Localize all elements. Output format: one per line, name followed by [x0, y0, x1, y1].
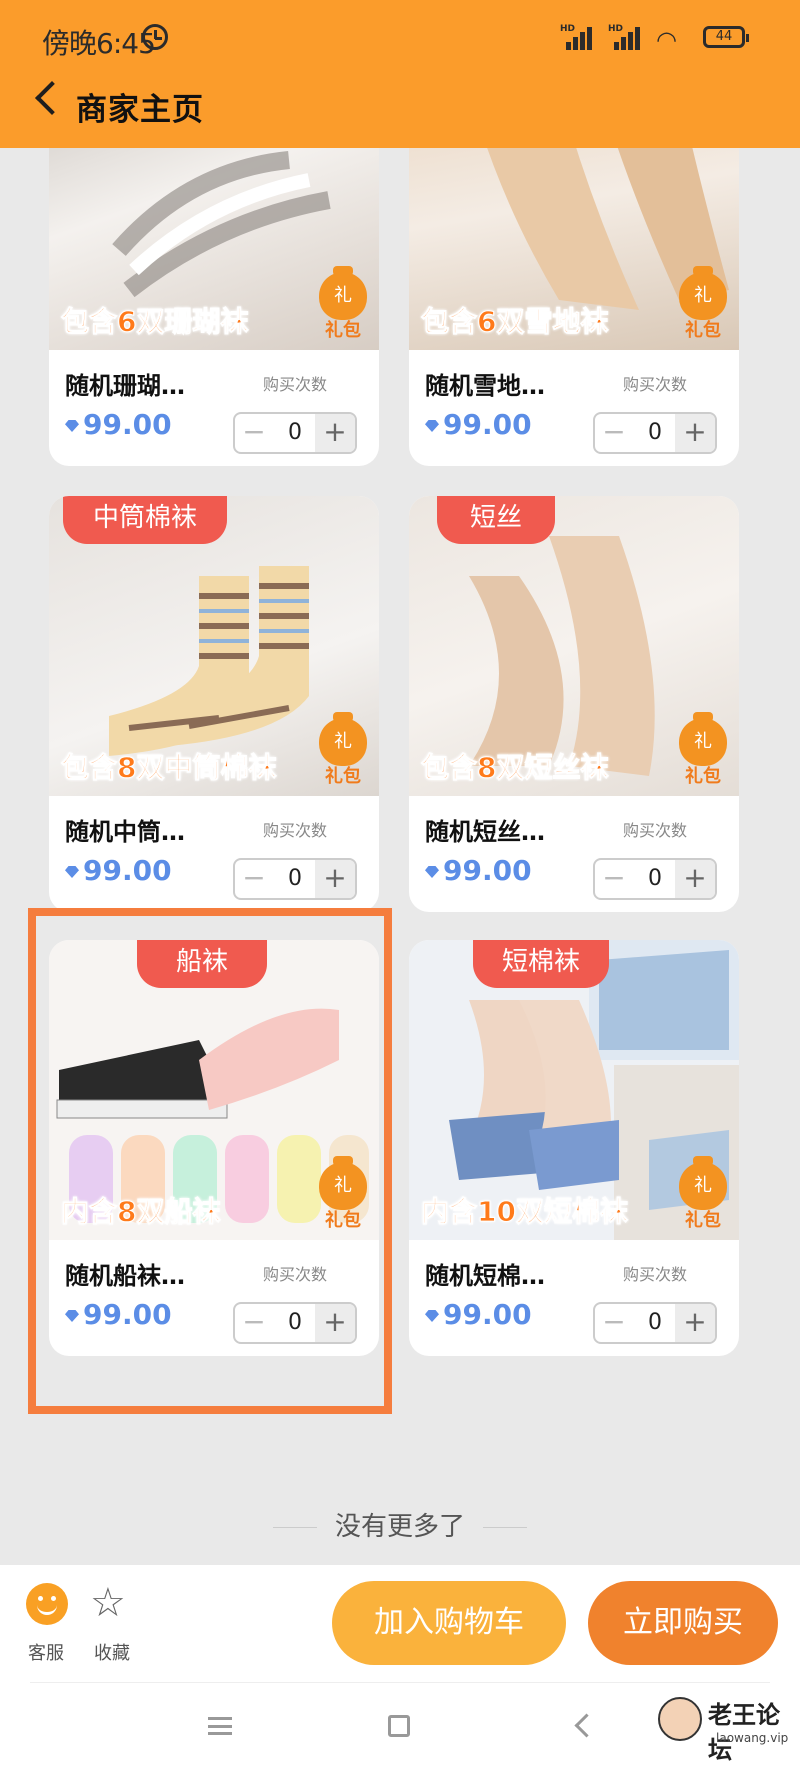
favorite-label[interactable]: 收藏: [94, 1639, 130, 1665]
end-of-list-text: 没有更多了: [0, 1506, 800, 1543]
status-time: 傍晚6:45: [42, 27, 156, 60]
gift-bag-icon: 礼礼包: [677, 266, 729, 342]
quantity-value[interactable]: 0: [633, 414, 677, 452]
quantity-stepper: − 0 +: [593, 858, 717, 900]
add-to-cart-button[interactable]: 加入购物车: [332, 1581, 566, 1665]
home-icon[interactable]: [388, 1715, 410, 1737]
decrease-button[interactable]: −: [595, 860, 633, 898]
quantity-value[interactable]: 0: [633, 1304, 677, 1342]
product-caption: 包含8双中筒棉袜: [60, 751, 277, 785]
page-title: 商家主页: [76, 92, 204, 128]
quantity-stepper: − 0 +: [233, 412, 357, 454]
back-icon[interactable]: [35, 81, 69, 115]
product-price: 99.00: [425, 854, 532, 887]
product-card[interactable]: 短丝 包含8双短丝袜 礼礼包 随机短丝… 购买次数 99.00 − 0 +: [409, 496, 739, 912]
diamond-icon: [65, 420, 79, 432]
selection-highlight: [28, 908, 392, 1414]
watermark-url: laowang.vip: [716, 1731, 789, 1745]
decrease-button[interactable]: −: [235, 414, 273, 452]
increase-button[interactable]: +: [675, 414, 715, 452]
product-tag: 短棉袜: [473, 940, 609, 988]
star-icon[interactable]: ☆: [90, 1581, 126, 1625]
buy-count-label: 购买次数: [263, 821, 328, 840]
decrease-button[interactable]: −: [595, 414, 633, 452]
menu-icon[interactable]: [208, 1717, 232, 1735]
wifi-icon: ◠: [656, 26, 677, 54]
product-name[interactable]: 随机短丝…: [425, 812, 545, 847]
product-image[interactable]: 短丝 包含8双短丝袜 礼礼包: [409, 496, 739, 796]
watermark-logo: [658, 1697, 702, 1741]
product-image[interactable]: 中筒棉袜 包含8双中筒棉袜 礼礼包: [49, 496, 379, 796]
decrease-button[interactable]: −: [595, 1304, 633, 1342]
diamond-icon: [425, 420, 439, 432]
diamond-icon: [425, 866, 439, 878]
bottom-action-bar: 客服 ☆ 收藏 加入购物车 立即购买: [0, 1565, 800, 1683]
gift-bag-icon: 礼礼包: [677, 712, 729, 788]
quantity-value[interactable]: 0: [273, 414, 317, 452]
product-caption: 包含6双珊瑚袜: [60, 305, 249, 339]
diamond-icon: [65, 866, 79, 878]
buy-now-button[interactable]: 立即购买: [588, 1581, 778, 1665]
product-price: 99.00: [65, 408, 172, 441]
product-tag: 短丝: [437, 496, 555, 544]
back-nav-icon[interactable]: [574, 1713, 599, 1738]
gift-bag-icon: 礼礼包: [677, 1156, 729, 1232]
gift-bag-icon: 礼礼包: [317, 712, 369, 788]
buy-count-label: 购买次数: [623, 821, 688, 840]
increase-button[interactable]: +: [315, 414, 355, 452]
product-price: 99.00: [425, 1298, 532, 1331]
service-label[interactable]: 客服: [28, 1639, 64, 1665]
product-tag: 中筒棉袜: [63, 496, 227, 544]
buy-count-label: 购买次数: [623, 1265, 688, 1284]
diamond-icon: [425, 1310, 439, 1322]
increase-button[interactable]: +: [675, 1304, 715, 1342]
product-card[interactable]: 中筒棉袜 包含8双中筒棉袜 礼礼包 随机中筒… 购买次数 99.00 − 0 +: [49, 496, 379, 912]
increase-button[interactable]: +: [315, 860, 355, 898]
quantity-stepper: − 0 +: [593, 412, 717, 454]
signal-icon: HD: [608, 24, 648, 50]
product-card[interactable]: 短棉袜 内含10双短棉袜 礼礼包 随机短棉… 购买次数 99.00 − 0 +: [409, 940, 739, 1356]
system-nav-bar: 老王论坛 laowang.vip: [0, 1683, 800, 1778]
product-price: 99.00: [65, 854, 172, 887]
product-name[interactable]: 随机短棉…: [425, 1256, 545, 1291]
gift-bag-icon: 礼礼包: [317, 266, 369, 342]
quantity-value[interactable]: 0: [633, 860, 677, 898]
battery-icon: 44: [703, 26, 749, 48]
product-image[interactable]: 短棉袜 内含10双短棉袜 礼礼包: [409, 940, 739, 1240]
product-price: 99.00: [425, 408, 532, 441]
alarm-icon: [142, 24, 168, 50]
quantity-stepper: − 0 +: [593, 1302, 717, 1344]
status-bar: 傍晚6:45 HD HD ◠ 44: [0, 18, 800, 60]
product-caption: 内含10双短棉袜: [421, 1195, 629, 1229]
signal-icon: HD: [560, 24, 600, 50]
quantity-stepper: − 0 +: [233, 858, 357, 900]
header: 傍晚6:45 HD HD ◠ 44 商家主页: [0, 0, 800, 148]
quantity-value[interactable]: 0: [273, 860, 317, 898]
nav-bar: 商家主页: [0, 80, 800, 130]
decrease-button[interactable]: −: [235, 860, 273, 898]
buy-count-label: 购买次数: [263, 375, 328, 394]
increase-button[interactable]: +: [675, 860, 715, 898]
watermark-name: 老王论坛: [708, 1701, 780, 1764]
product-name[interactable]: 随机珊瑚…: [65, 366, 185, 401]
product-name[interactable]: 随机中筒…: [65, 812, 185, 847]
buy-count-label: 购买次数: [623, 375, 688, 394]
product-caption: 包含6双雪地袜: [420, 305, 609, 339]
smiley-service-icon[interactable]: [26, 1583, 68, 1625]
product-caption: 包含8双短丝袜: [420, 751, 609, 785]
product-name[interactable]: 随机雪地…: [425, 366, 545, 401]
